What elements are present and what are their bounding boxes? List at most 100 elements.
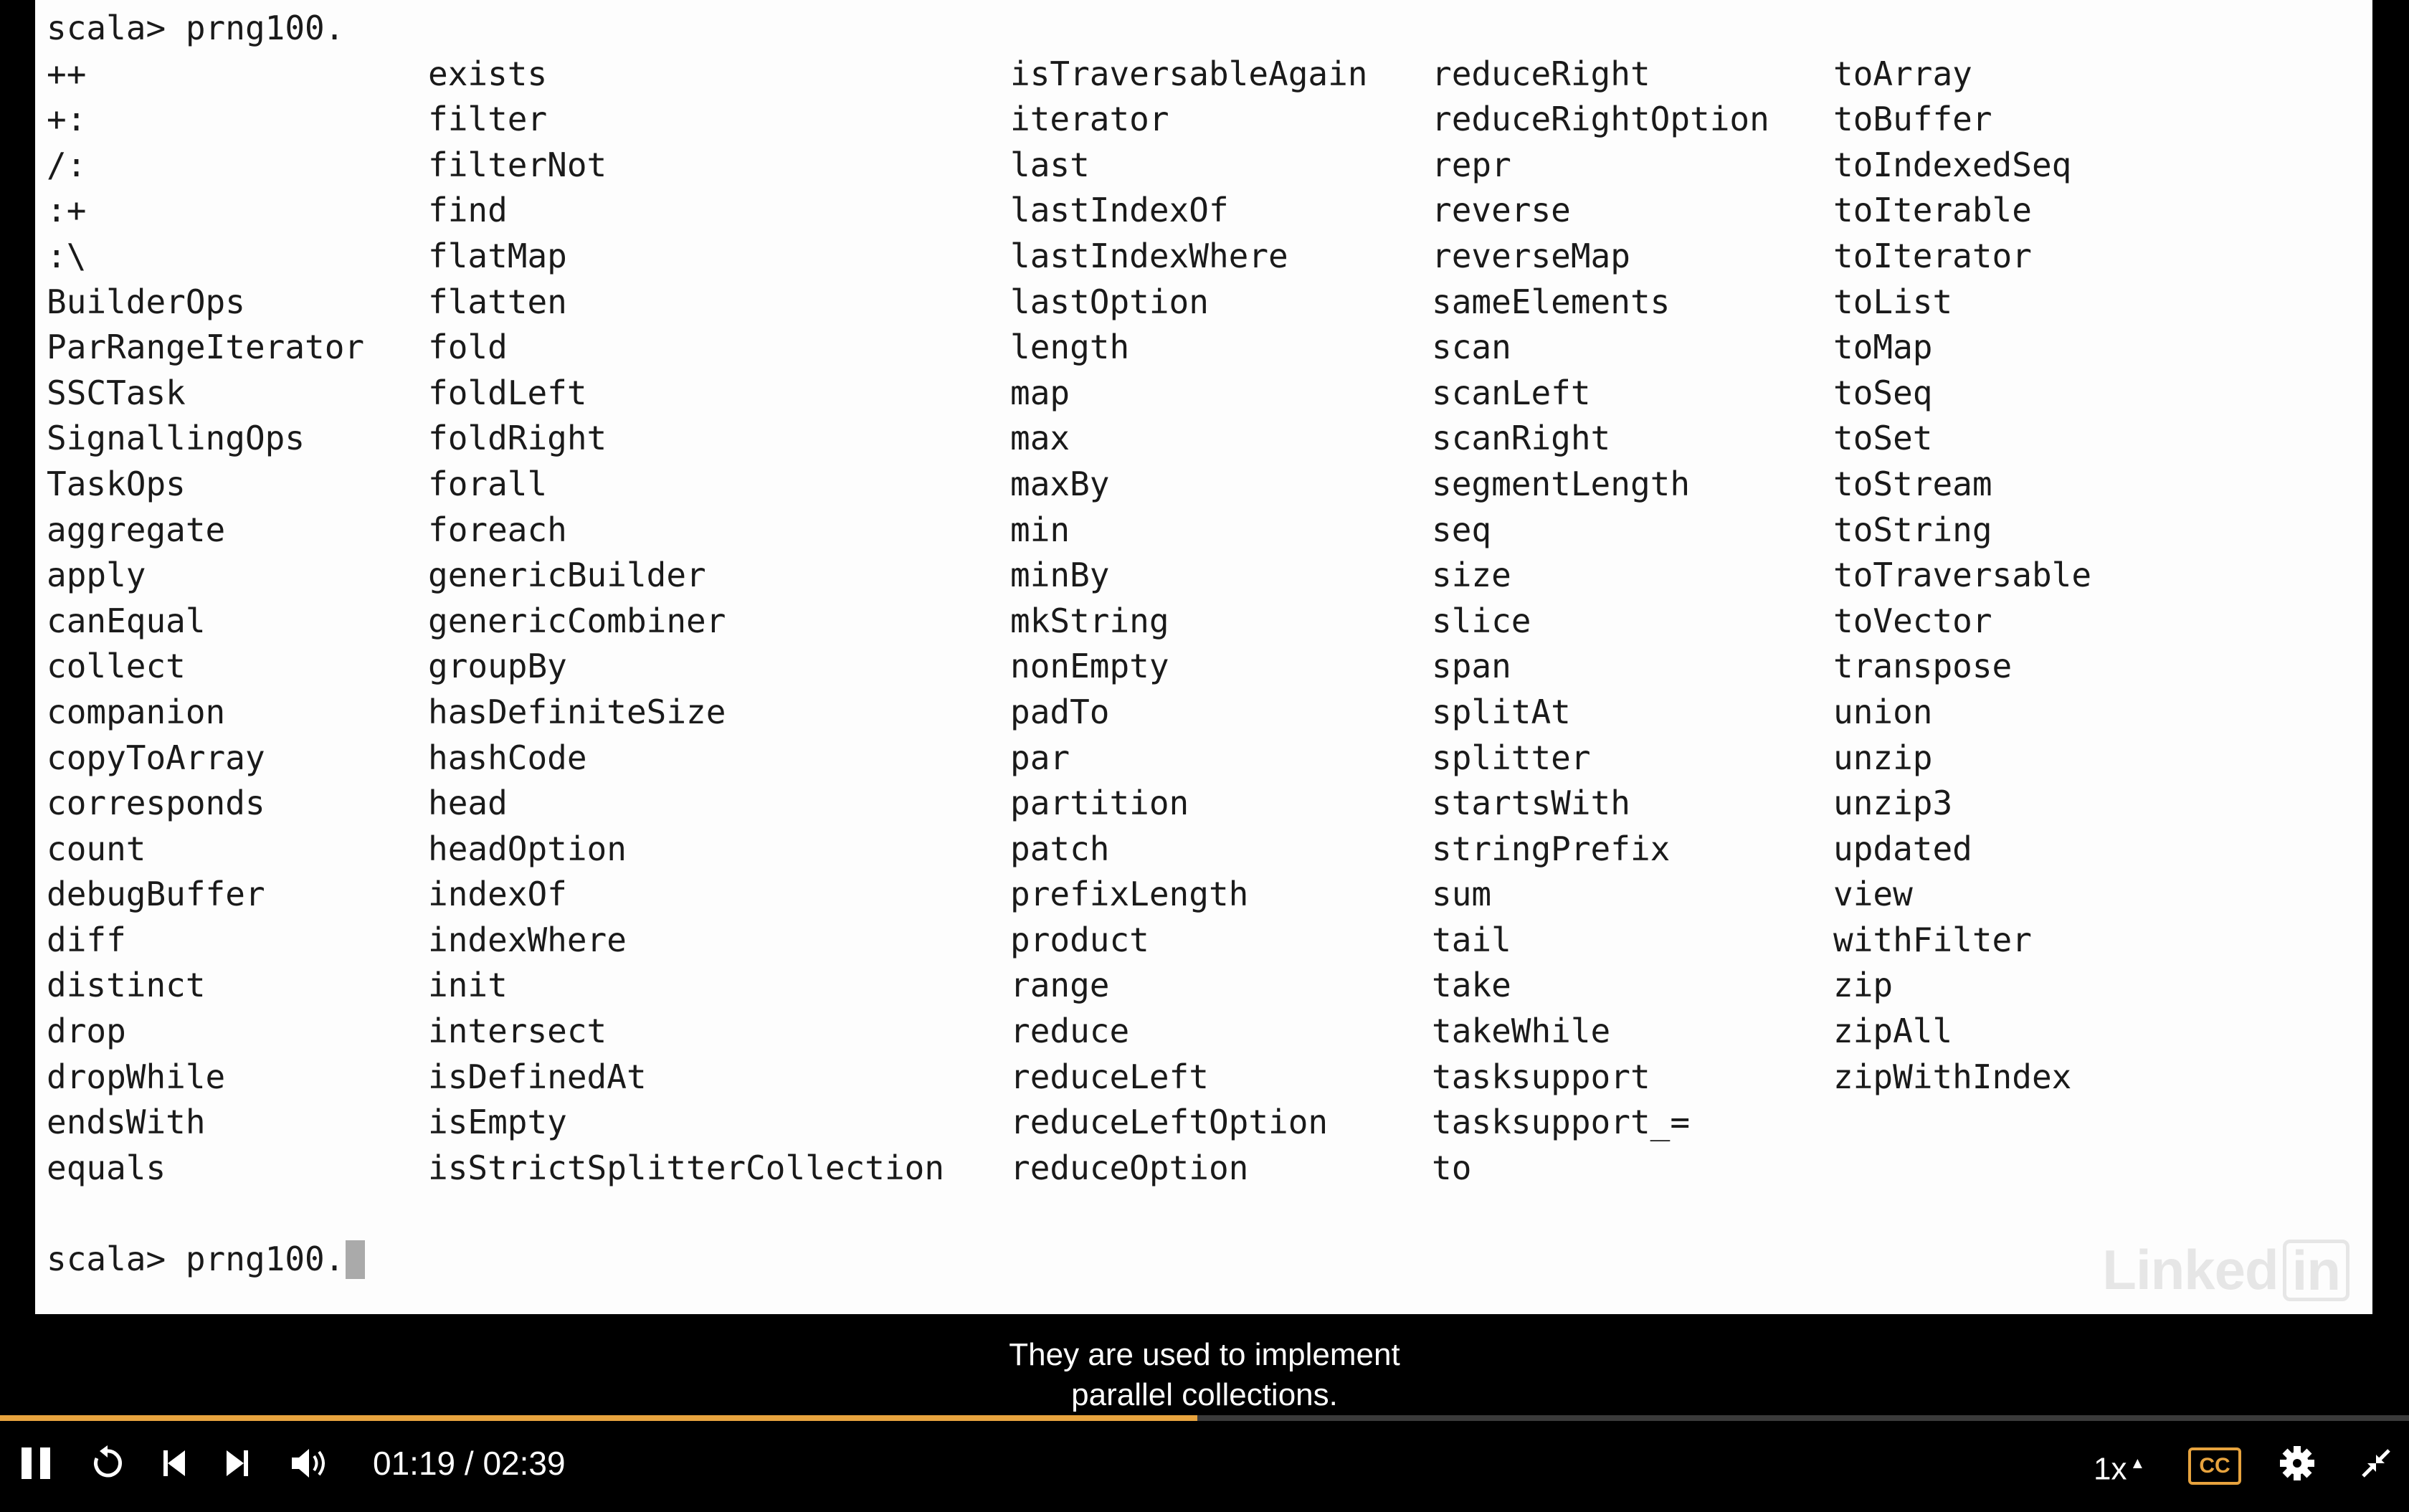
completion-item: segmentLength: [1432, 464, 1691, 503]
completion-item: map: [1010, 373, 1070, 412]
volume-button[interactable]: [284, 1421, 334, 1506]
completion-item: padTo: [1010, 692, 1110, 731]
completion-item: lastOption: [1010, 282, 1209, 321]
progress-fill: [0, 1415, 1197, 1421]
pause-icon: [22, 1447, 50, 1479]
completion-item: count: [47, 829, 146, 868]
watermark-text: Linked: [2102, 1238, 2279, 1301]
completion-item: mkString: [1010, 601, 1169, 640]
completion-item: take: [1432, 966, 1511, 1005]
completion-item: toString: [1833, 510, 1992, 549]
completion-item: :+: [47, 191, 87, 230]
completion-item: copyToArray: [47, 738, 265, 777]
completion-item: SSCTask: [47, 373, 186, 412]
completion-item: lastIndexOf: [1010, 191, 1229, 230]
speed-value: 1x: [2094, 1451, 2127, 1487]
completion-item: flatMap: [428, 236, 567, 275]
completion-item: toList: [1833, 282, 1953, 321]
completion-item: tasksupport_=: [1432, 1103, 1691, 1142]
completion-item: toBuffer: [1833, 100, 1992, 139]
completion-item: partition: [1010, 784, 1189, 823]
completion-item: collect: [47, 647, 186, 686]
completion-item: sameElements: [1432, 282, 1671, 321]
completion-item: corresponds: [47, 784, 265, 823]
completion-item: ++: [47, 54, 87, 93]
completion-item: updated: [1833, 829, 1972, 868]
completion-item: last: [1010, 145, 1090, 184]
completion-item: TaskOps: [47, 464, 186, 503]
completion-item: maxBy: [1010, 464, 1110, 503]
speed-caret-icon: ▲: [2129, 1454, 2146, 1472]
closed-captions-button[interactable]: CC: [2188, 1447, 2241, 1485]
completion-item: minBy: [1010, 556, 1110, 595]
completion-item: zip: [1833, 966, 1894, 1005]
video-frame: scala> prng100. ++ +:/::+:\ BuilderOps ParR…: [0, 0, 2409, 1420]
completion-item: reduceLeftOption: [1010, 1103, 1329, 1142]
completion-item: sum: [1432, 875, 1492, 914]
completion-item: lastIndexWhere: [1010, 236, 1288, 275]
completion-item: aggregate: [47, 510, 226, 549]
completion-item: size: [1432, 556, 1511, 595]
completion-item: unzip: [1833, 738, 1933, 777]
completion-item: length: [1010, 328, 1130, 367]
completion-item: iterator: [1010, 100, 1169, 139]
text-cursor: [346, 1240, 366, 1279]
completion-item: debugBuffer: [47, 875, 265, 914]
completion-item: splitAt: [1432, 692, 1571, 731]
completion-item: withFilter: [1833, 920, 2032, 959]
completion-item: scanRight: [1432, 419, 1611, 458]
next-icon: [227, 1450, 248, 1476]
completion-item: seq: [1432, 510, 1492, 549]
exit-fullscreen-button[interactable]: [2353, 1421, 2399, 1506]
playback-speed-button[interactable]: 1x ▲: [2094, 1421, 2145, 1506]
completion-item: filterNot: [428, 145, 607, 184]
volume-icon: [292, 1449, 325, 1478]
completion-item: toArray: [1833, 54, 1972, 93]
completion-item: toVector: [1833, 601, 1992, 640]
completion-item: filter: [428, 100, 548, 139]
settings-button[interactable]: [2274, 1421, 2320, 1506]
completion-item: /:: [47, 145, 87, 184]
watermark-in-box: in: [2282, 1239, 2349, 1301]
completion-item: hasDefiniteSize: [428, 692, 726, 731]
terminal-window: scala> prng100. ++ +:/::+:\ BuilderOps ParR…: [35, 0, 2372, 1314]
pause-button[interactable]: [16, 1421, 62, 1506]
completion-item: companion: [47, 692, 226, 731]
completion-item: genericCombiner: [428, 601, 726, 640]
progress-bar[interactable]: [0, 1415, 2409, 1421]
next-button[interactable]: [214, 1421, 260, 1506]
completion-item: reverseMap: [1432, 236, 1630, 275]
completion-item: equals: [47, 1148, 166, 1187]
exit-fullscreen-icon: [2362, 1449, 2390, 1478]
completion-item: ParRangeIterator: [47, 328, 365, 367]
prompt-line-bottom[interactable]: scala> prng100.: [47, 1237, 366, 1283]
replay-button[interactable]: [85, 1421, 130, 1506]
completion-item: toSeq: [1833, 373, 1933, 412]
completion-column-2: exists filter filterNot find flatMap flatten f…: [428, 52, 944, 1192]
player-controls: 01:19 / 02:39 1x ▲ CC: [0, 1421, 2409, 1506]
completion-item: zipAll: [1833, 1012, 1953, 1051]
completion-item: reduceRight: [1432, 54, 1650, 93]
completion-item: max: [1010, 419, 1070, 458]
completion-item: :\: [47, 236, 87, 275]
completion-item: +:: [47, 100, 87, 139]
completion-item: foldRight: [428, 419, 607, 458]
completion-item: indexOf: [428, 875, 567, 914]
caption-line-2: parallel collections.: [1065, 1377, 1344, 1412]
completion-item: isStrictSplitterCollection: [428, 1148, 945, 1187]
completion-item: head: [428, 784, 508, 823]
previous-button[interactable]: [152, 1421, 198, 1506]
completion-item: union: [1833, 692, 1933, 731]
time-display: 01:19 / 02:39: [373, 1445, 566, 1482]
completion-item: toIndexedSeq: [1833, 145, 2072, 184]
completion-item: toStream: [1833, 464, 1992, 503]
completion-column-4: reduceRight reduceRightOption repr reverse r…: [1432, 52, 1769, 1192]
completion-item: distinct: [47, 966, 206, 1005]
completion-item: stringPrefix: [1432, 829, 1671, 868]
completion-item: reduceLeft: [1010, 1057, 1209, 1096]
completion-item: init: [428, 966, 508, 1005]
completion-item: repr: [1432, 145, 1511, 184]
completion-item: drop: [47, 1012, 126, 1051]
completion-item: tasksupport: [1432, 1057, 1650, 1096]
completion-item: par: [1010, 738, 1070, 777]
